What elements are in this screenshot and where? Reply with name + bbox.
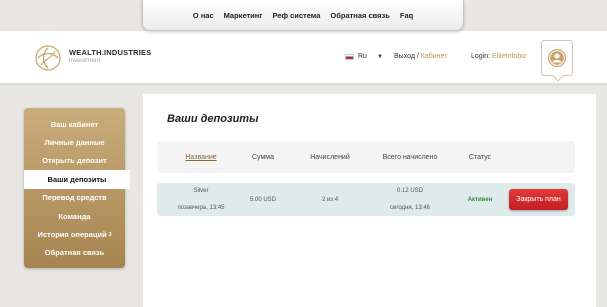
column-total: Всего начислено: [382, 153, 438, 161]
status-badge: Активен: [467, 196, 493, 203]
column-accruals: Начислений: [310, 153, 350, 161]
sidebar-item-label: Открыть депозит: [42, 156, 107, 166]
main-content: Ваши депозиты Название Сумма Начислений …: [143, 94, 596, 307]
sidebar-menu: Ваш кабинет Личные данные Открыть депози…: [24, 108, 130, 268]
login-label: Login:: [471, 53, 491, 60]
cell-total: 0.12 USD сегодня, 13:46: [375, 183, 445, 216]
sidebar-item-feedback[interactable]: Обратная связь: [24, 244, 125, 262]
avatar[interactable]: [541, 40, 573, 76]
nav-feedback[interactable]: Обратная связь: [330, 11, 389, 20]
column-name[interactable]: Название: [171, 141, 231, 173]
sidebar-item-label: Команда: [58, 211, 91, 221]
caret-down-icon: ▼: [376, 53, 383, 60]
logout-link[interactable]: Выход: [394, 53, 415, 60]
sidebar-item-your-deposits[interactable]: Ваши депозиты: [24, 170, 130, 189]
sidebar-item-label: Перевод средств: [42, 193, 107, 203]
table-header: Название Сумма Начислений Всего начислен…: [157, 141, 575, 173]
nav-marketing[interactable]: Маркетинг: [224, 11, 263, 20]
logo-icon[interactable]: [35, 45, 61, 71]
history-count-badge: 3: [108, 231, 112, 238]
column-status: Статус: [468, 153, 492, 161]
top-navigation: О нас Маркетинг Реф система Обратная свя…: [142, 0, 464, 31]
sidebar-item-label: Ваши депозиты: [47, 174, 107, 184]
sidebar-item-label: Обратная связь: [44, 248, 105, 258]
sidebar-item-team[interactable]: Команда: [24, 207, 125, 225]
login-info: Login: EliteInfobiz: [471, 53, 526, 60]
sidebar-item-label: Личные данные: [44, 138, 105, 148]
sidebar-item-open-deposit[interactable]: Открыть депозит: [24, 152, 125, 170]
sidebar-item-transfer[interactable]: Перевод средств: [24, 189, 125, 207]
cell-amount: 5.00 USD: [249, 196, 276, 203]
column-amount: Сумма: [252, 153, 274, 161]
brand-tagline: investment: [69, 57, 101, 64]
total-amount: 0.12 USD: [396, 188, 423, 195]
sidebar-item-cabinet[interactable]: Ваш кабинет: [24, 115, 125, 133]
username[interactable]: EliteInfobiz: [492, 53, 526, 60]
site-header: WEALTH.INDUSTRIES investment Ru ▼ Выход …: [0, 31, 607, 84]
user-icon: [548, 49, 566, 67]
sidebar-item-label: Ваш кабинет: [50, 119, 99, 129]
close-plan-button[interactable]: Закрыть план: [509, 189, 568, 210]
cabinet-link[interactable]: Кабинет: [421, 53, 448, 60]
table-row: Silver позавчера, 13:45 5.00 USD 2 из 4 …: [157, 183, 575, 216]
sidebar-item-label: История операций: [37, 230, 107, 240]
sidebar-item-history[interactable]: История операций 3: [24, 225, 125, 243]
logout-links: Выход / Кабинет: [394, 53, 447, 60]
language-selector[interactable]: Ru ▼: [345, 53, 383, 60]
total-date: сегодня, 13:46: [389, 204, 430, 211]
nav-referral[interactable]: Реф система: [272, 11, 320, 20]
sidebar-item-personal-data[interactable]: Личные данные: [24, 133, 125, 151]
russia-flag-icon: [345, 53, 354, 60]
nav-about[interactable]: О нас: [193, 11, 214, 20]
page-title: Ваши депозиты: [167, 113, 259, 125]
language-label: Ru: [358, 53, 367, 60]
brand-name: WEALTH.INDUSTRIES: [69, 48, 152, 57]
nav-faq[interactable]: Faq: [400, 11, 413, 20]
cell-accruals: 2 из 4: [321, 196, 339, 203]
plan-date: позавчера, 13:45: [177, 204, 225, 211]
plan-name: Silver: [193, 188, 209, 195]
cell-name: Silver позавчера, 13:45: [171, 183, 231, 216]
